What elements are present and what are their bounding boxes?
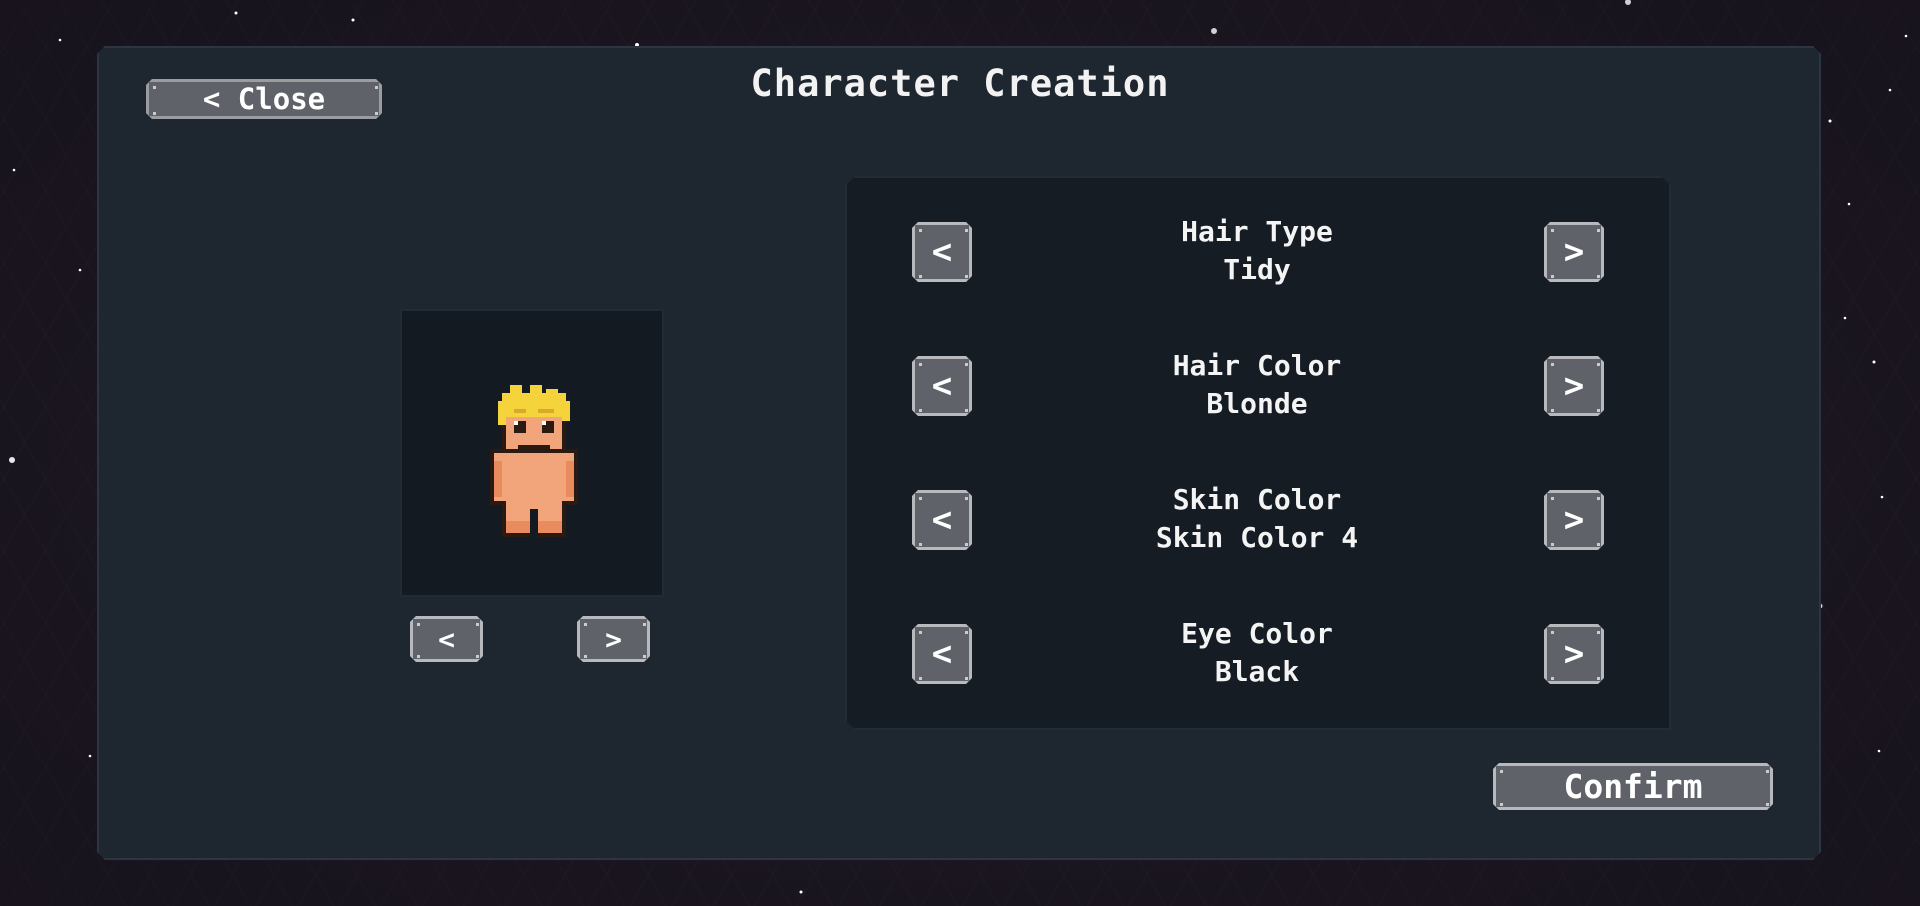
preview-next-button[interactable]: > — [577, 616, 650, 662]
hair-color-prev-button[interactable]: < — [912, 356, 972, 416]
option-name: Skin Color — [1172, 483, 1342, 516]
skin-color-option: Skin Color Skin Color 4 — [1057, 481, 1457, 557]
close-button-label: < Close — [202, 82, 326, 116]
option-value: Skin Color 4 — [1155, 521, 1359, 554]
option-name: Eye Color — [1181, 617, 1333, 650]
option-name: Hair Color — [1172, 349, 1342, 382]
chevron-left-icon: < — [931, 634, 953, 674]
hair-color-next-button[interactable]: > — [1544, 356, 1604, 416]
chevron-right-icon: > — [1563, 232, 1585, 272]
hair-color-option: Hair Color Blonde — [1057, 347, 1457, 423]
hair-type-option: Hair Type Tidy — [1057, 213, 1457, 289]
hair-type-next-button[interactable]: > — [1544, 222, 1604, 282]
chevron-left-icon: < — [931, 500, 953, 540]
option-value: Blonde — [1206, 387, 1308, 420]
option-value: Black — [1214, 655, 1300, 688]
chevron-left-icon: < — [931, 366, 953, 406]
skin-color-prev-button[interactable]: < — [912, 490, 972, 550]
eye-color-prev-button[interactable]: < — [912, 624, 972, 684]
eye-color-option: Eye Color Black — [1057, 615, 1457, 691]
chevron-left-icon: < — [438, 622, 455, 656]
hair-type-prev-button[interactable]: < — [912, 222, 972, 282]
option-value: Tidy — [1223, 253, 1291, 286]
chevron-right-icon: > — [605, 622, 622, 656]
skin-color-next-button[interactable]: > — [1544, 490, 1604, 550]
confirm-button-label: Confirm — [1563, 767, 1703, 806]
character-sprite — [490, 385, 578, 537]
character-preview — [400, 309, 664, 597]
preview-prev-button[interactable]: < — [410, 616, 483, 662]
close-button[interactable]: < Close — [146, 79, 382, 119]
option-name: Hair Type — [1181, 215, 1333, 248]
chevron-left-icon: < — [931, 232, 953, 272]
eye-color-next-button[interactable]: > — [1544, 624, 1604, 684]
chevron-right-icon: > — [1563, 366, 1585, 406]
chevron-right-icon: > — [1563, 500, 1585, 540]
chevron-right-icon: > — [1563, 634, 1585, 674]
confirm-button[interactable]: Confirm — [1493, 763, 1773, 810]
